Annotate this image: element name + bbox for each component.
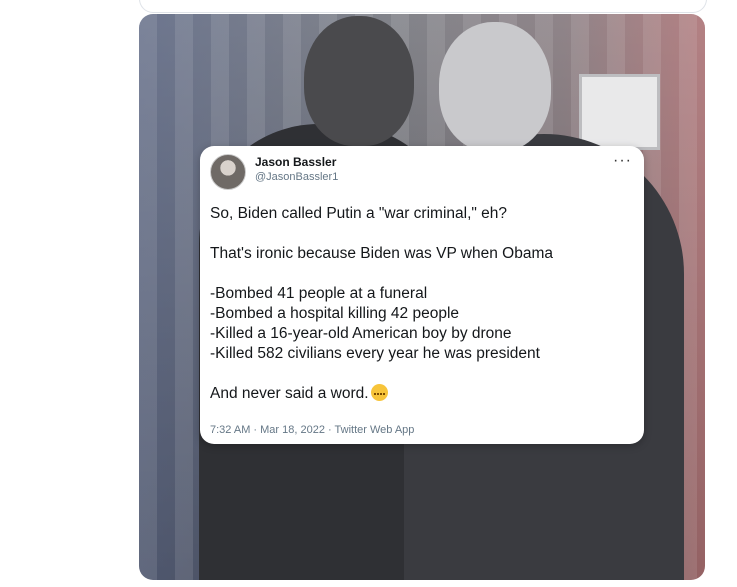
previous-card-edge <box>139 0 707 13</box>
tweet-line: That's ironic because Biden was VP when … <box>210 245 553 262</box>
tweet-timestamp[interactable]: 7:32 AM · Mar 18, 2022 · Twitter Web App <box>210 424 414 436</box>
tweet-line-final: And never said a word. <box>210 384 635 404</box>
tweet-line: -Killed 582 civilians every year he was … <box>210 345 540 362</box>
embedded-tweet-card: Jason Bassler @JasonBassler1 ··· So, Bid… <box>200 146 644 444</box>
tweet-body: So, Biden called Putin a "war criminal,"… <box>210 204 635 404</box>
tweet-line: So, Biden called Putin a "war criminal,"… <box>210 205 508 222</box>
more-options-icon[interactable]: ··· <box>613 152 632 170</box>
background-window <box>579 74 660 150</box>
avatar[interactable] <box>210 154 246 190</box>
user-handle[interactable]: @JasonBassler1 <box>255 171 338 183</box>
person-right-head <box>439 22 551 152</box>
tweet-line: -Bombed a hospital killing 42 people <box>210 305 460 322</box>
user-display-name[interactable]: Jason Bassler <box>255 155 336 169</box>
tweet-line: -Killed a 16-year-old American boy by dr… <box>210 325 512 342</box>
zipper-mouth-face-icon <box>370 384 388 401</box>
tweet-line: -Bombed 41 people at a funeral <box>210 285 428 302</box>
tweet-line: And never said a word. <box>210 385 369 402</box>
person-left-head <box>304 16 414 146</box>
